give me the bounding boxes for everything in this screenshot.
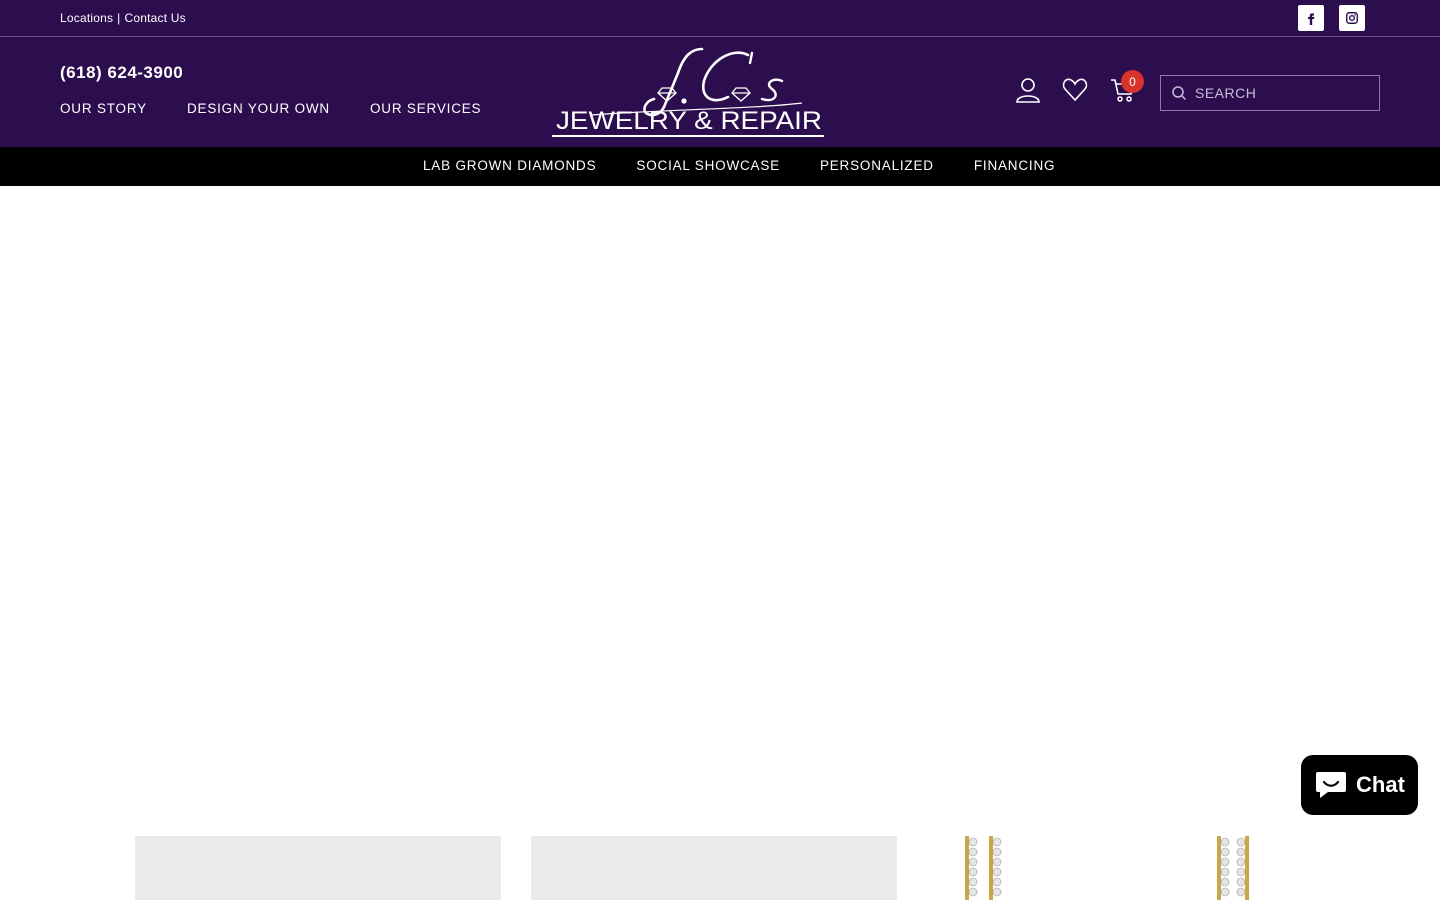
top-bar: Locations | Contact Us <box>0 0 1440 37</box>
nav-personalized[interactable]: PERSONALIZED <box>820 158 934 173</box>
search-icon[interactable] <box>1171 85 1187 101</box>
site-logo[interactable]: JEWELRY & REPAIR <box>552 43 830 141</box>
chat-button[interactable]: Chat <box>1301 755 1418 815</box>
secondary-nav: OUR STORY DESIGN YOUR OWN OUR SERVICES <box>60 101 481 116</box>
product-card[interactable] <box>531 836 897 900</box>
cart-count-badge: 0 <box>1121 70 1144 93</box>
nav-financing[interactable]: FINANCING <box>974 158 1055 173</box>
top-links: Locations | Contact Us <box>60 11 186 25</box>
contact-us-link[interactable]: Contact Us <box>125 11 186 25</box>
search-input[interactable] <box>1195 85 1375 101</box>
nav-our-story[interactable]: OUR STORY <box>60 101 147 116</box>
product-card[interactable] <box>135 836 501 900</box>
phone-number[interactable]: (618) 624-3900 <box>60 63 183 83</box>
hero-banner <box>0 186 1440 836</box>
product-card[interactable] <box>927 836 1293 900</box>
nav-our-services[interactable]: OUR SERVICES <box>370 101 481 116</box>
top-links-separator: | <box>117 11 121 25</box>
product-image <box>965 836 1249 900</box>
logo-text: JEWELRY & REPAIR <box>556 107 822 135</box>
nav-design-your-own[interactable]: DESIGN YOUR OWN <box>187 101 330 116</box>
account-icon[interactable] <box>1015 77 1041 108</box>
chat-bubble-icon <box>1316 772 1347 798</box>
chat-label: Chat <box>1356 772 1405 797</box>
wishlist-icon[interactable] <box>1062 77 1088 108</box>
instagram-icon[interactable] <box>1339 5 1365 31</box>
site-header: (618) 624-3900 OUR STORY DESIGN YOUR OWN… <box>0 37 1440 147</box>
nav-lab-grown-diamonds[interactable]: LAB GROWN DIAMONDS <box>423 158 596 173</box>
nav-social-showcase[interactable]: SOCIAL SHOWCASE <box>636 158 780 173</box>
facebook-icon[interactable] <box>1298 5 1324 31</box>
locations-link[interactable]: Locations <box>60 11 113 25</box>
main-nav: LAB GROWN DIAMONDS SOCIAL SHOWCASE PERSO… <box>0 147 1440 186</box>
search-box[interactable] <box>1160 75 1380 111</box>
